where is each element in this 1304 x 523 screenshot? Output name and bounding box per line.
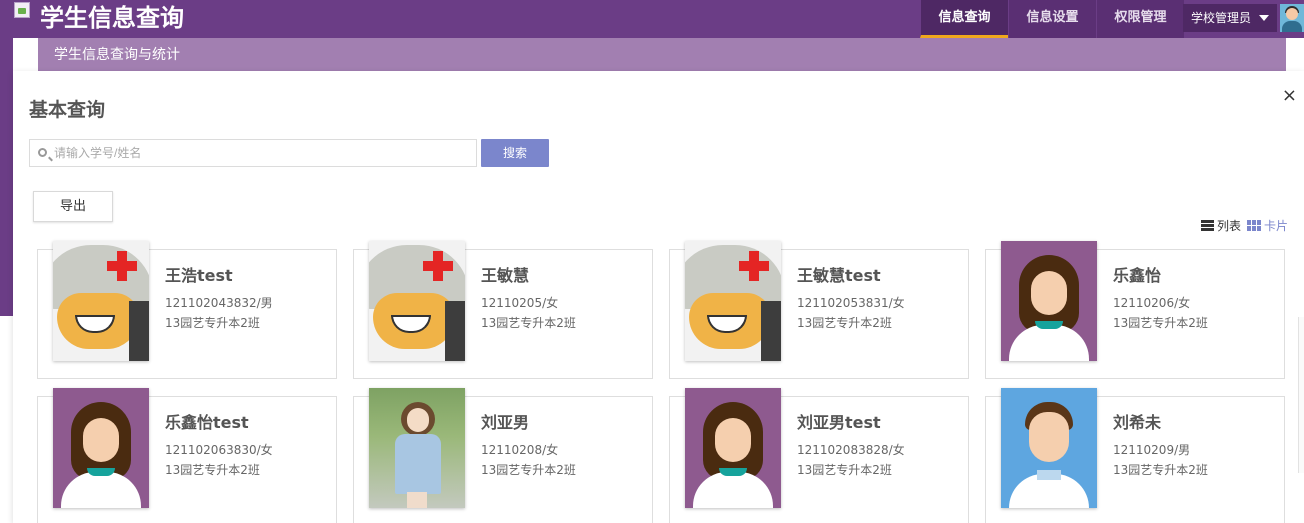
- view-toggle: 列表 卡片: [1200, 217, 1288, 234]
- caret-down-icon: [1259, 15, 1269, 21]
- card-view-label[interactable]: 卡片: [1264, 217, 1288, 234]
- search-box: [29, 139, 477, 167]
- student-id-gender: 12110208/女: [481, 443, 559, 457]
- left-header-strip: [0, 38, 13, 316]
- student-card[interactable]: 王敏慧 12110205/女 13园艺专升本2班: [353, 241, 653, 379]
- app-title: 学生信息查询: [40, 4, 184, 32]
- student-id-gender: 12110205/女: [481, 296, 559, 310]
- search-input[interactable]: [54, 140, 469, 166]
- student-name: 王浩test: [165, 266, 233, 285]
- student-name: 王敏慧: [481, 266, 530, 285]
- student-class: 13园艺专升本2班: [1113, 463, 1208, 477]
- student-card[interactable]: 王浩test 121102043832/男 13园艺专升本2班: [37, 241, 337, 379]
- student-photo: [1001, 388, 1097, 508]
- student-photo: [685, 388, 781, 508]
- nav-info-query[interactable]: 信息查询: [920, 0, 1008, 38]
- student-card[interactable]: 乐鑫怡 12110206/女 13园艺专升本2班: [985, 241, 1285, 379]
- search-button[interactable]: 搜索: [481, 139, 549, 167]
- student-id-gender: 12110206/女: [1113, 296, 1191, 310]
- student-class: 13园艺专升本2班: [1113, 316, 1208, 330]
- student-photo: [53, 241, 149, 361]
- student-class: 13园艺专升本2班: [165, 316, 260, 330]
- avatar[interactable]: [1280, 4, 1304, 32]
- student-name: 乐鑫怡test: [165, 413, 249, 432]
- student-photo: [369, 388, 465, 508]
- student-card[interactable]: 刘希未 12110209/男 13园艺专升本2班: [985, 388, 1285, 523]
- next-card-edge: [1298, 317, 1304, 473]
- query-panel: × 基本查询 搜索 导出 列表 卡片 王浩test 121102043832/男…: [13, 71, 1304, 523]
- panel-title: 基本查询: [29, 99, 106, 121]
- student-class: 13园艺专升本2班: [797, 463, 892, 477]
- student-photo: [369, 241, 465, 361]
- nav-info-settings[interactable]: 信息设置: [1008, 0, 1096, 38]
- student-name: 乐鑫怡: [1113, 266, 1162, 285]
- close-icon[interactable]: ×: [1282, 85, 1297, 106]
- logo-image-icon: [14, 2, 30, 18]
- list-view-label[interactable]: 列表: [1217, 217, 1241, 234]
- student-id-gender: 12110209/男: [1113, 443, 1191, 457]
- main-nav: 信息查询 信息设置 权限管理: [920, 0, 1184, 38]
- student-id-gender: 121102063830/女: [165, 443, 273, 457]
- user-menu[interactable]: 学校管理员: [1183, 4, 1277, 32]
- student-card[interactable]: 王敏慧test 121102053831/女 13园艺专升本2班: [669, 241, 969, 379]
- export-button[interactable]: 导出: [33, 191, 113, 222]
- sub-header: 学生信息查询与统计: [38, 38, 1286, 71]
- student-id-gender: 121102043832/男: [165, 296, 273, 310]
- student-name: 刘亚男test: [797, 413, 881, 432]
- student-id-gender: 121102083828/女: [797, 443, 905, 457]
- student-photo: [685, 241, 781, 361]
- student-class: 13园艺专升本2班: [165, 463, 260, 477]
- student-cards: 王浩test 121102043832/男 13园艺专升本2班 王敏慧 1211…: [37, 241, 1297, 523]
- student-class: 13园艺专升本2班: [481, 316, 576, 330]
- student-card[interactable]: 刘亚男 12110208/女 13园艺专升本2班: [353, 388, 653, 523]
- nav-permission-management[interactable]: 权限管理: [1096, 0, 1184, 38]
- student-id-gender: 121102053831/女: [797, 296, 905, 310]
- student-name: 刘亚男: [481, 413, 530, 432]
- search-icon: [38, 148, 47, 157]
- card-view-icon[interactable]: [1246, 220, 1261, 231]
- list-view-icon[interactable]: [1200, 220, 1214, 231]
- user-menu-label: 学校管理员: [1191, 11, 1252, 25]
- student-photo: [53, 388, 149, 508]
- student-class: 13园艺专升本2班: [797, 316, 892, 330]
- student-name: 王敏慧test: [797, 266, 881, 285]
- student-card[interactable]: 乐鑫怡test 121102063830/女 13园艺专升本2班: [37, 388, 337, 523]
- student-name: 刘希未: [1113, 413, 1162, 432]
- student-card[interactable]: 刘亚男test 121102083828/女 13园艺专升本2班: [669, 388, 969, 523]
- top-header: 学生信息查询 信息查询 信息设置 权限管理 学校管理员: [0, 0, 1304, 38]
- student-class: 13园艺专升本2班: [481, 463, 576, 477]
- student-photo: [1001, 241, 1097, 361]
